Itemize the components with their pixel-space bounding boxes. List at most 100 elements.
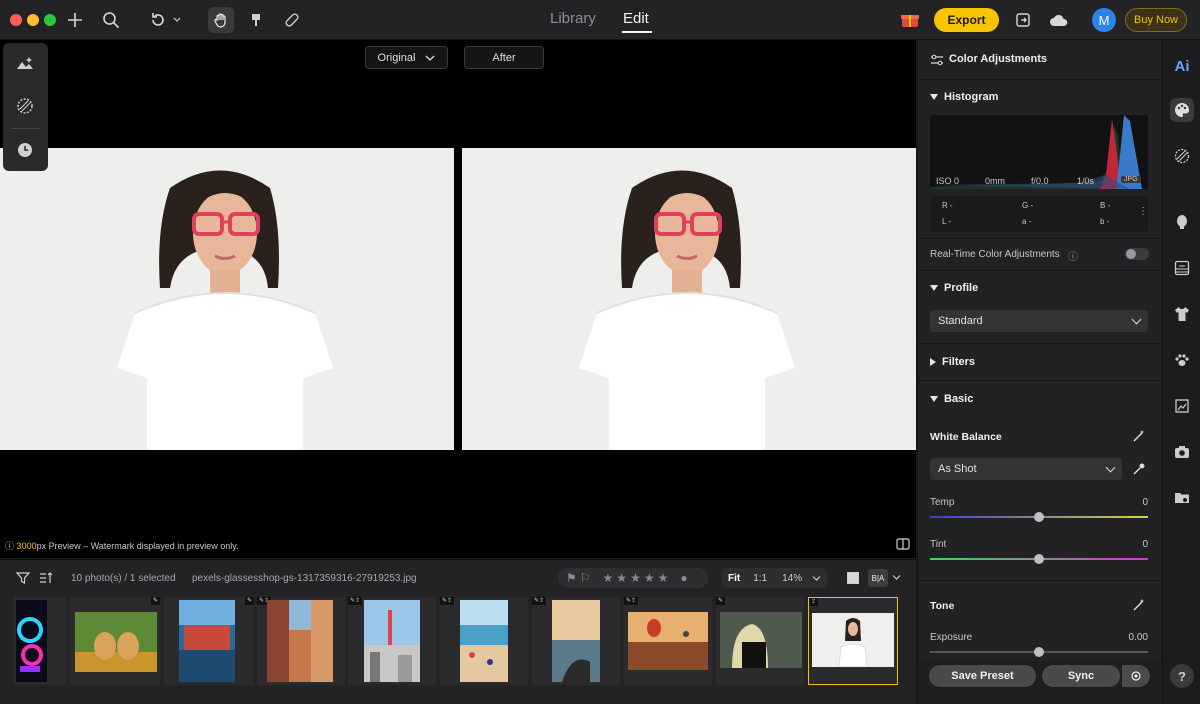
star-icon[interactable]: ★: [644, 571, 655, 585]
ai-tools-icon[interactable]: Ai: [1170, 54, 1194, 78]
thumbnail-4[interactable]: ✎⇪: [257, 597, 345, 685]
search-icon[interactable]: [99, 8, 123, 32]
filter-icon[interactable]: [15, 571, 31, 590]
thumbnail-5[interactable]: ✎⇪: [348, 597, 436, 685]
avatar[interactable]: M: [1092, 8, 1116, 32]
histogram-header[interactable]: Histogram: [930, 91, 998, 103]
thumbnail-10-selected[interactable]: ⇪: [808, 597, 898, 685]
star-icon[interactable]: ★: [603, 571, 614, 585]
export-sidebar-icon[interactable]: [1011, 8, 1035, 32]
eyedropper-icon[interactable]: [1132, 462, 1146, 481]
exposure-value[interactable]: 0.00: [1129, 632, 1148, 643]
thumbnail-9[interactable]: ✎: [716, 597, 804, 685]
auto-wand-icon[interactable]: [1132, 429, 1146, 448]
temp-slider-thumb[interactable]: [1034, 512, 1044, 522]
save-preset-button[interactable]: Save Preset: [929, 665, 1036, 687]
undo-history-chevron-icon[interactable]: [170, 8, 184, 32]
image-canvas[interactable]: Original After: [0, 40, 916, 558]
basic-header[interactable]: Basic: [930, 393, 973, 405]
healing-tool-icon[interactable]: [280, 8, 304, 32]
profile-dropdown[interactable]: Standard: [930, 310, 1148, 332]
more-options-icon[interactable]: ⋮: [1138, 206, 1148, 217]
color-palette-icon[interactable]: [1170, 98, 1194, 122]
thumbnail-1[interactable]: [14, 597, 66, 685]
thumbnail-2[interactable]: ✎: [70, 597, 161, 685]
sync-settings-button[interactable]: [1122, 665, 1150, 687]
color-label-icon[interactable]: ●: [680, 571, 687, 585]
camera-icon[interactable]: [1170, 440, 1194, 464]
background-icon[interactable]: [1170, 256, 1194, 280]
preview-note-text: px Preview – Watermark displayed in prev…: [36, 541, 239, 551]
before-after-view-button[interactable]: B|A: [868, 569, 888, 587]
star-icon[interactable]: ★: [658, 571, 669, 585]
add-icon[interactable]: [63, 8, 87, 32]
compare-split-icon[interactable]: [896, 537, 910, 555]
edited-badge-icon: ✎: [151, 597, 161, 605]
auto-tone-wand-icon[interactable]: [1132, 598, 1146, 617]
chevron-down-icon[interactable]: [812, 575, 821, 582]
left-tool-palette: [3, 43, 48, 171]
export-button[interactable]: Export: [934, 8, 999, 32]
tint-label: Tint: [930, 539, 947, 550]
history-clock-icon[interactable]: [13, 138, 37, 162]
buy-now-button[interactable]: Buy Now: [1125, 8, 1187, 32]
exposure-slider-thumb[interactable]: [1034, 647, 1044, 657]
tab-library[interactable]: Library: [550, 10, 596, 27]
module-rail: Ai ?: [1162, 40, 1200, 704]
help-button[interactable]: ?: [1170, 664, 1194, 688]
brush-tool-icon[interactable]: [244, 8, 268, 32]
white-balance-dropdown[interactable]: As Shot: [930, 458, 1122, 480]
star-icon[interactable]: ★: [630, 571, 641, 585]
tab-edit[interactable]: Edit: [623, 10, 649, 27]
portrait-face-icon[interactable]: [1170, 210, 1194, 234]
sort-icon[interactable]: [39, 571, 53, 590]
readout-g: G -: [1022, 201, 1034, 210]
tone-title: Tone: [930, 600, 955, 612]
sync-button[interactable]: Sync: [1042, 665, 1120, 687]
thumbnail-7[interactable]: ✎⇪: [532, 597, 620, 685]
zoom-level[interactable]: 14%: [782, 573, 802, 584]
edited-exported-badge-icon: ✎⇪: [624, 597, 639, 605]
pet-paw-icon[interactable]: [1170, 348, 1194, 372]
zoom-controls: Fit 1:1 14%: [722, 568, 827, 588]
exposure-slider[interactable]: [930, 647, 1148, 657]
tint-value[interactable]: 0: [1142, 539, 1148, 550]
cloud-icon[interactable]: [1047, 8, 1071, 32]
clothing-icon[interactable]: [1170, 302, 1194, 326]
tint-slider-thumb[interactable]: [1034, 554, 1044, 564]
help-circle-icon[interactable]: ⓘ: [1068, 248, 1078, 263]
texture-icon[interactable]: [13, 94, 37, 118]
flag-pick-icon[interactable]: ⚑: [566, 571, 577, 585]
after-label-box: After: [464, 46, 544, 69]
chevron-down-icon[interactable]: [892, 574, 901, 581]
close-window-button[interactable]: [10, 14, 22, 26]
one-to-one-button[interactable]: 1:1: [753, 573, 767, 584]
view-mode-dropdown[interactable]: Original: [365, 46, 448, 69]
flag-reject-icon[interactable]: ⚐: [580, 571, 591, 585]
profile-value: Standard: [938, 315, 983, 327]
thumbnail-3[interactable]: ✎: [164, 597, 255, 685]
focal-value: 0mm: [985, 176, 1005, 186]
original-photo: [0, 148, 454, 450]
crop-icon[interactable]: [1170, 394, 1194, 418]
profile-header[interactable]: Profile: [930, 282, 978, 294]
zoom-window-button[interactable]: [44, 14, 56, 26]
thumbnail-6[interactable]: ✎⇪: [440, 597, 528, 685]
tint-slider[interactable]: [930, 554, 1148, 564]
filters-header[interactable]: Filters: [930, 356, 975, 368]
temp-label: Temp: [930, 497, 955, 508]
gift-icon[interactable]: [898, 8, 922, 32]
folder-view-icon[interactable]: [1170, 486, 1194, 510]
star-icon[interactable]: ★: [616, 571, 627, 585]
single-view-icon[interactable]: [847, 572, 859, 584]
realtime-toggle[interactable]: [1125, 248, 1149, 260]
fit-button[interactable]: Fit: [728, 573, 740, 584]
undo-icon[interactable]: [146, 8, 170, 32]
temp-value[interactable]: 0: [1142, 497, 1148, 508]
minimize-window-button[interactable]: [27, 14, 39, 26]
thumbnail-8[interactable]: ✎⇪: [624, 597, 712, 685]
hand-tool-icon[interactable]: [208, 7, 234, 33]
texture-icon[interactable]: [1170, 144, 1194, 168]
ai-enhance-icon[interactable]: [13, 51, 37, 75]
temp-slider[interactable]: [930, 512, 1148, 522]
